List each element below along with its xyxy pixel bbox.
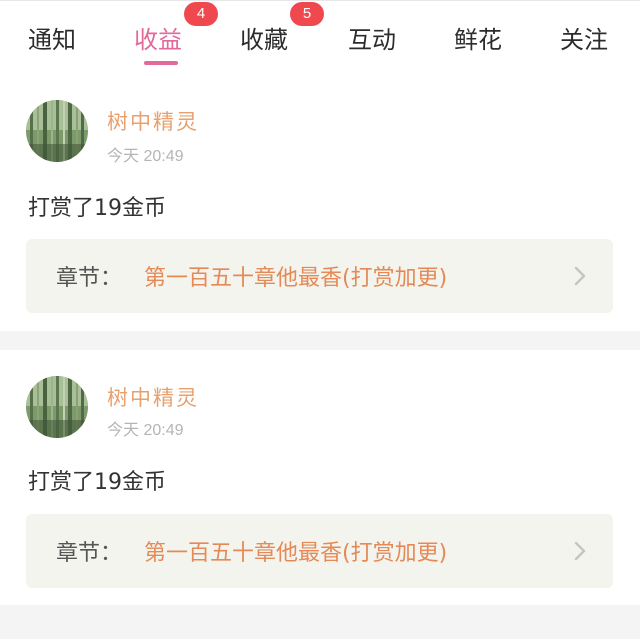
chevron-right-icon: [574, 266, 586, 286]
tab-favorites[interactable]: 收藏: [240, 23, 288, 57]
reward-message: 打赏了19金币: [28, 470, 166, 495]
chapter-title: 第一百五十章他最香(打赏加更): [144, 266, 448, 291]
timestamp: 今天 20:49: [107, 148, 184, 165]
timestamp: 今天 20:49: [107, 422, 184, 439]
username[interactable]: 树中精灵: [107, 382, 199, 412]
notification-card: 树中精灵 今天 20:49 打赏了19金币 章节： 第一百五十章他最香(打赏加更…: [0, 350, 640, 605]
bamboo-forest-avatar: [26, 376, 88, 438]
tab-interaction[interactable]: 互动: [348, 23, 396, 57]
tab-earnings[interactable]: 收益: [134, 23, 182, 57]
reward-message: 打赏了19金币: [28, 196, 166, 221]
active-tab-indicator: [144, 61, 178, 65]
chapter-title: 第一百五十章他最香(打赏加更): [144, 541, 448, 566]
chapter-link[interactable]: 章节： 第一百五十章他最香(打赏加更): [26, 239, 613, 313]
bamboo-forest-avatar: [26, 100, 88, 162]
chevron-right-icon: [574, 541, 586, 561]
chapter-label: 章节：: [56, 266, 123, 291]
user-avatar[interactable]: [26, 376, 88, 438]
favorites-count-badge: 5: [290, 2, 324, 26]
tab-following[interactable]: 关注: [560, 23, 608, 57]
tab-notice[interactable]: 通知: [28, 23, 76, 57]
notification-tab-bar: 通知 收益 4 收藏 5 互动 鲜花 关注: [0, 0, 640, 84]
user-avatar[interactable]: [26, 100, 88, 162]
notification-card: 树中精灵 今天 20:49 打赏了19金币 章节： 第一百五十章他最香(打赏加更…: [0, 84, 640, 331]
chapter-link[interactable]: 章节： 第一百五十章他最香(打赏加更): [26, 514, 613, 588]
earnings-count-badge: 4: [184, 2, 218, 26]
username[interactable]: 树中精灵: [107, 106, 199, 136]
tab-flowers[interactable]: 鲜花: [454, 23, 502, 57]
chapter-label: 章节：: [56, 541, 123, 566]
